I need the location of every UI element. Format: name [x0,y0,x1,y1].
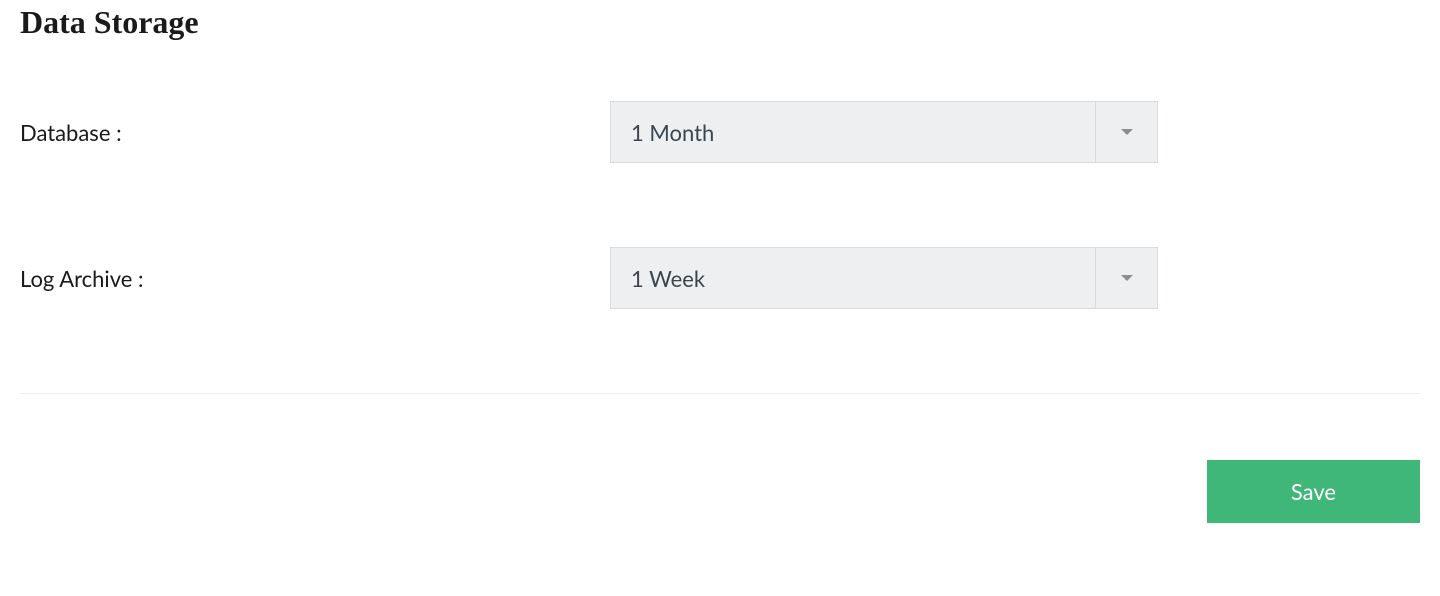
page-title: Data Storage [20,4,1420,41]
button-bar: Save [20,460,1420,523]
chevron-down-icon [1095,102,1157,162]
log-archive-select[interactable]: 1 Week [610,247,1158,309]
database-select-value: 1 Month [611,102,1095,162]
log-archive-label: Log Archive : [20,265,610,292]
divider [20,393,1420,394]
save-button[interactable]: Save [1207,460,1420,523]
database-select[interactable]: 1 Month [610,101,1158,163]
log-archive-select-value: 1 Week [611,248,1095,308]
log-archive-row: Log Archive : 1 Week [20,247,1420,309]
chevron-down-icon [1095,248,1157,308]
database-label: Database : [20,119,610,146]
database-row: Database : 1 Month [20,101,1420,163]
